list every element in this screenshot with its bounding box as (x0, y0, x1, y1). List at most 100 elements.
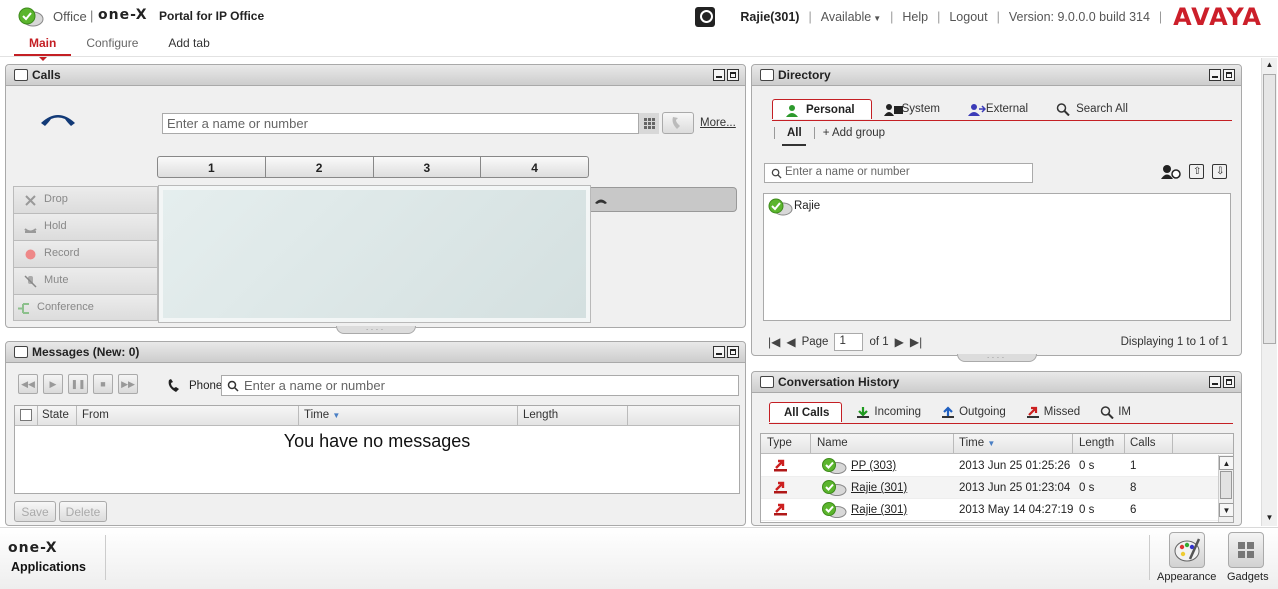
messages-panel-header[interactable]: Messages (New: 0) (6, 342, 745, 363)
history-name[interactable]: Rajie (301) (851, 504, 907, 516)
tab-im[interactable]: IM (1092, 402, 1143, 422)
stop-icon[interactable]: ■ (93, 374, 113, 394)
scroll-up-icon[interactable]: ▲ (1219, 456, 1233, 470)
phone-label: Phone (189, 380, 223, 392)
mute-button[interactable]: Mute (13, 267, 158, 294)
column-time[interactable]: Time ▼ (959, 437, 995, 449)
history-scrollbar[interactable]: ▲ ▼ (1218, 455, 1233, 522)
scroll-thumb[interactable] (1263, 74, 1276, 344)
logo-separator: | (90, 8, 94, 23)
drop-button[interactable]: Drop (13, 186, 158, 213)
column-length[interactable]: Length (1079, 437, 1114, 449)
history-name[interactable]: PP (303) (851, 460, 896, 472)
scroll-up-icon[interactable]: ▲ (1262, 58, 1277, 72)
tab-personal[interactable]: Personal (772, 99, 872, 119)
group-all[interactable]: All (774, 127, 815, 139)
external-contacts-icon (967, 104, 986, 116)
more-link[interactable]: More... (700, 117, 736, 129)
column-time[interactable]: Time ▼ (304, 409, 340, 421)
version-label: Version: 9.0.0.0 build 314 (1008, 10, 1150, 24)
handset-icon (41, 115, 75, 126)
appearance-button[interactable] (1169, 532, 1205, 568)
minimize-icon[interactable] (1209, 376, 1221, 388)
select-all-checkbox[interactable] (20, 409, 32, 421)
message-search-input[interactable]: Enter a name or number (221, 375, 739, 396)
keypad-icon[interactable] (638, 113, 659, 134)
calls-panel-header[interactable]: Calls (6, 65, 745, 86)
tab-add-tab[interactable]: Add tab (153, 34, 224, 56)
next-page-icon[interactable]: ▶ (895, 335, 904, 349)
maximize-icon[interactable] (1223, 69, 1235, 81)
export-icon[interactable]: ⇩ (1212, 164, 1227, 179)
palette-icon (1174, 538, 1201, 562)
add-contact-icon[interactable] (1161, 164, 1181, 179)
conference-button[interactable]: Conference (13, 294, 158, 321)
prev-page-icon[interactable]: ◀ (786, 335, 795, 349)
last-page-icon[interactable]: ▶| (910, 335, 922, 349)
minimize-icon[interactable] (713, 69, 725, 81)
minimize-icon[interactable] (1209, 69, 1221, 81)
scroll-down-icon[interactable]: ▼ (1219, 503, 1233, 517)
table-row[interactable]: Rajie (301) 2013 Jun 25 01:23:04 0 s 8 (761, 477, 1221, 499)
line-tab-3[interactable]: 3 (374, 157, 482, 177)
delete-button[interactable]: Delete (59, 501, 107, 522)
tab-search-all[interactable]: Search All (1044, 99, 1144, 119)
line-tab-1[interactable]: 1 (158, 157, 266, 177)
save-button[interactable]: Save (14, 501, 56, 522)
first-page-icon[interactable]: |◀ (768, 335, 780, 349)
tab-missed[interactable]: Missed (1018, 402, 1092, 422)
import-icon[interactable]: ⇧ (1189, 164, 1204, 179)
column-state[interactable]: State (42, 409, 69, 421)
rewind-icon[interactable]: ◀◀ (18, 374, 38, 394)
play-icon[interactable]: ▶ (43, 374, 63, 394)
tab-external[interactable]: External (956, 99, 1044, 119)
tab-incoming[interactable]: Incoming (848, 402, 933, 422)
table-row[interactable]: PP (303) 2013 Jun 25 01:25:26 0 s 1 (761, 455, 1221, 477)
calls-resize-grip[interactable]: .... (336, 325, 416, 334)
status-dropdown[interactable]: Available ▼ (821, 10, 881, 24)
tab-configure[interactable]: Configure (71, 34, 153, 56)
record-button[interactable]: Record (13, 240, 158, 267)
gadgets-button[interactable] (1228, 532, 1264, 568)
directory-pager: |◀ ◀ Page 1 of 1 ▶ ▶| (768, 333, 922, 351)
maximize-icon[interactable] (727, 346, 739, 358)
directory-search-input[interactable]: Enter a name or number (764, 163, 1033, 183)
column-name[interactable]: Name (817, 437, 848, 449)
hold-button[interactable]: Hold (13, 213, 158, 240)
scroll-down-icon[interactable]: ▼ (1262, 511, 1277, 525)
line-tab-4[interactable]: 4 (481, 157, 588, 177)
call-button[interactable] (662, 112, 694, 134)
minimize-icon[interactable] (713, 346, 725, 358)
dial-input[interactable]: Enter a name or number (162, 113, 659, 134)
scroll-thumb[interactable] (1220, 471, 1232, 499)
column-calls[interactable]: Calls (1130, 437, 1156, 449)
tab-incoming-label: Incoming (874, 406, 922, 418)
maximize-icon[interactable] (1223, 376, 1235, 388)
column-from[interactable]: From (82, 409, 109, 421)
pause-icon[interactable]: ❚❚ (68, 374, 88, 394)
line-tab-2[interactable]: 2 (266, 157, 374, 177)
page-scrollbar[interactable]: ▲ ▼ (1261, 58, 1277, 526)
tab-outgoing-label: Outgoing (959, 406, 1006, 418)
column-length[interactable]: Length (523, 409, 558, 421)
logout-link[interactable]: Logout (949, 10, 987, 24)
directory-panel-header[interactable]: Directory (752, 65, 1241, 86)
add-group-link[interactable]: + Add group (815, 127, 885, 139)
help-link[interactable]: Help (902, 10, 928, 24)
directory-resize-grip[interactable]: .... (957, 353, 1037, 362)
fast-forward-icon[interactable]: ▶▶ (118, 374, 138, 394)
history-panel-header[interactable]: Conversation History (752, 372, 1241, 393)
tab-outgoing[interactable]: Outgoing (933, 402, 1018, 422)
tab-main[interactable]: Main (14, 34, 72, 61)
tab-system[interactable]: System (872, 99, 956, 119)
table-row[interactable]: Rajie (301) 2013 May 14 04:27:19 0 s 6 (761, 499, 1221, 521)
page-input[interactable]: 1 (834, 333, 864, 351)
column-type[interactable]: Type (767, 437, 792, 449)
history-name[interactable]: Rajie (301) (851, 482, 907, 494)
call-actions: Drop Hold Record Mute Conference (13, 186, 158, 321)
user-avatar-icon[interactable] (695, 7, 716, 27)
voicemail-icon (14, 346, 28, 358)
maximize-icon[interactable] (727, 69, 739, 81)
contact-name[interactable]: Rajie (794, 200, 820, 212)
tab-all-calls[interactable]: All Calls (769, 402, 843, 422)
